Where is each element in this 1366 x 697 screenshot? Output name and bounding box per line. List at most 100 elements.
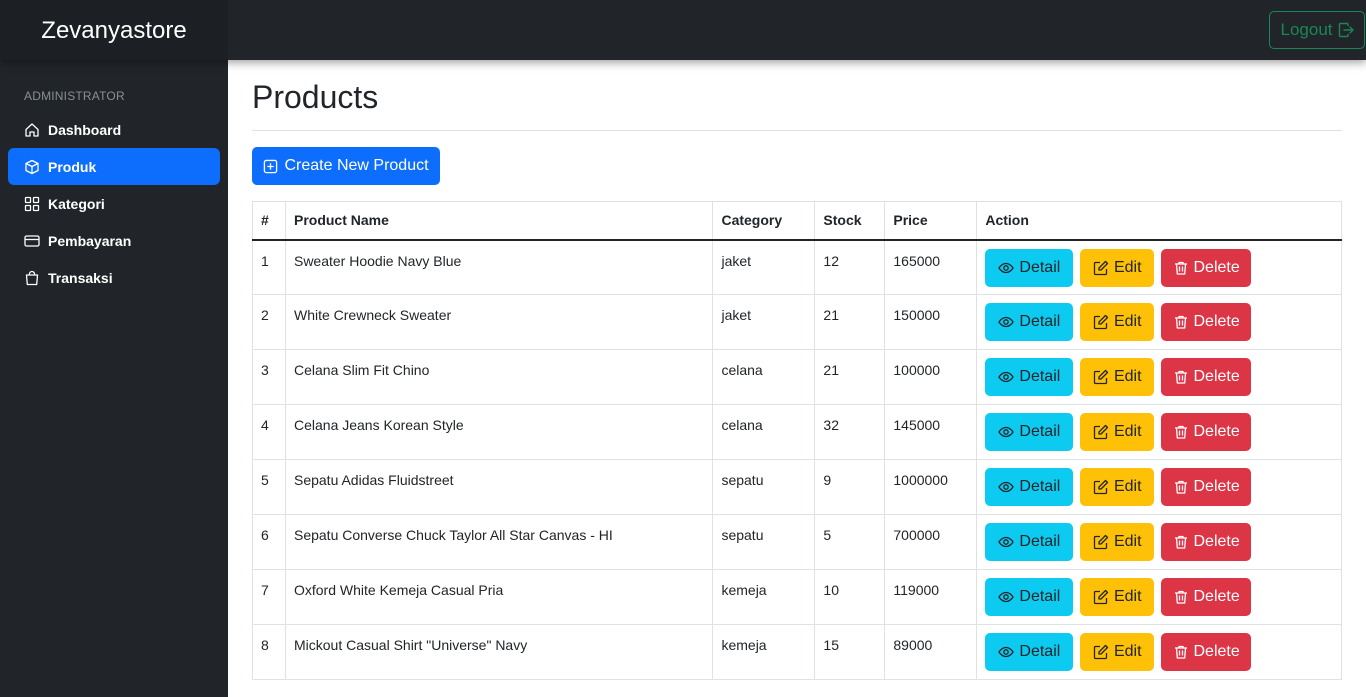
pencil-square-icon: [1093, 314, 1109, 330]
edit-label: Edit: [1113, 588, 1142, 605]
product-price: 700000: [884, 514, 978, 570]
product-stock: 32: [814, 404, 886, 460]
edit-button[interactable]: Edit: [1080, 633, 1155, 671]
logout-label: Logout: [1280, 20, 1333, 39]
edit-button[interactable]: Edit: [1080, 523, 1155, 561]
table-row: 1 Sweater Hoodie Navy Blue jaket 12 1650…: [252, 239, 1342, 295]
edit-label: Edit: [1113, 313, 1142, 330]
product-stock: 21: [814, 349, 886, 405]
detail-button[interactable]: Detail: [985, 358, 1074, 396]
eye-icon: [998, 316, 1015, 328]
create-product-button[interactable]: Create New Product: [252, 147, 440, 185]
table-row: 2 White Crewneck Sweater jaket 21 150000…: [252, 294, 1342, 350]
credit-card-icon: [24, 234, 40, 247]
grid-icon: [24, 196, 40, 211]
pencil-square-icon: [1093, 369, 1109, 385]
product-stock: 10: [814, 569, 886, 625]
sidebar: ADMINISTRATOR Dashboard Produk Kategori …: [0, 60, 228, 697]
trash-icon: [1174, 590, 1187, 604]
delete-button[interactable]: Delete: [1161, 523, 1252, 561]
sidebar-item-label: Dashboard: [48, 121, 122, 138]
sidebar-item-label: Produk: [48, 158, 97, 175]
eye-icon: [998, 646, 1015, 658]
delete-button[interactable]: Delete: [1161, 248, 1252, 287]
table-row: 5 Sepatu Adidas Fluidstreet sepatu 9 100…: [252, 459, 1342, 515]
detail-button[interactable]: Detail: [985, 413, 1074, 451]
detail-button[interactable]: Detail: [985, 578, 1074, 616]
edit-button[interactable]: Edit: [1080, 358, 1155, 396]
product-stock: 12: [814, 239, 886, 295]
box-icon: [25, 159, 39, 174]
products-table: # Product Name Category Stock Price Acti…: [252, 201, 1342, 680]
edit-label: Edit: [1113, 423, 1142, 440]
product-stock: 5: [814, 514, 886, 570]
delete-button[interactable]: Delete: [1161, 358, 1252, 396]
delete-button[interactable]: Delete: [1161, 303, 1252, 341]
edit-button[interactable]: Edit: [1080, 303, 1155, 341]
edit-button[interactable]: Edit: [1080, 468, 1155, 506]
row-actions: Detail Edit Delete: [976, 404, 1342, 460]
product-name: Oxford White Kemeja Casual Pria: [284, 569, 714, 625]
sidebar-heading: ADMINISTRATOR: [24, 89, 125, 103]
detail-button[interactable]: Detail: [985, 248, 1074, 287]
detail-button[interactable]: Detail: [985, 468, 1074, 506]
delete-label: Delete: [1193, 258, 1240, 276]
eye-icon: [998, 426, 1015, 438]
sidebar-item-dashboard[interactable]: Dashboard: [8, 111, 220, 148]
product-name: Celana Slim Fit Chino: [284, 349, 714, 405]
delete-button[interactable]: Delete: [1161, 468, 1252, 506]
column-header: #: [252, 201, 286, 241]
eye-icon: [998, 371, 1015, 383]
row-number: 3: [252, 349, 286, 405]
delete-button[interactable]: Delete: [1161, 578, 1252, 616]
product-name: Celana Jeans Korean Style: [284, 404, 714, 460]
product-price: 150000: [884, 294, 978, 350]
delete-label: Delete: [1193, 588, 1240, 605]
row-actions: Detail Edit Delete: [976, 294, 1342, 350]
pencil-square-icon: [1093, 589, 1109, 605]
edit-label: Edit: [1113, 533, 1142, 550]
row-actions: Detail Edit Delete: [976, 459, 1342, 515]
product-name: Sweater Hoodie Navy Blue: [284, 239, 714, 295]
edit-button[interactable]: Edit: [1080, 248, 1155, 287]
house-icon: [25, 122, 39, 137]
detail-button[interactable]: Detail: [985, 633, 1074, 671]
table-row: 4 Celana Jeans Korean Style celana 32 14…: [252, 404, 1342, 460]
edit-button[interactable]: Edit: [1080, 413, 1155, 451]
brand-logo[interactable]: Zevanyastore: [0, 0, 228, 60]
product-price: 165000: [884, 239, 978, 295]
product-stock: 9: [814, 459, 886, 515]
delete-button[interactable]: Delete: [1161, 413, 1252, 451]
row-actions: Detail Edit Delete: [976, 569, 1342, 625]
row-actions: Detail Edit Delete: [976, 514, 1342, 570]
logout-button[interactable]: Logout: [1269, 11, 1365, 49]
edit-button[interactable]: Edit: [1080, 578, 1155, 616]
detail-label: Detail: [1019, 313, 1061, 330]
product-name: Sepatu Adidas Fluidstreet: [284, 459, 714, 515]
product-name: White Crewneck Sweater: [284, 294, 714, 350]
row-actions: Detail Edit Delete: [976, 239, 1342, 295]
product-category: kemeja: [712, 569, 816, 625]
box-arrow-right-icon: [1338, 22, 1354, 38]
delete-label: Delete: [1193, 368, 1240, 385]
sidebar-item-kategori[interactable]: Kategori: [8, 185, 220, 222]
title-divider: [252, 130, 1342, 131]
sidebar-item-transaksi[interactable]: Transaksi: [8, 259, 220, 296]
detail-button[interactable]: Detail: [985, 303, 1074, 341]
row-actions: Detail Edit Delete: [976, 624, 1342, 680]
detail-button[interactable]: Detail: [985, 523, 1074, 561]
pencil-square-icon: [1093, 424, 1109, 440]
table-row: 3 Celana Slim Fit Chino celana 21 100000…: [252, 349, 1342, 405]
detail-label: Detail: [1019, 533, 1061, 550]
row-number: 6: [252, 514, 286, 570]
product-price: 119000: [884, 569, 978, 625]
column-header: Stock: [814, 201, 886, 241]
edit-label: Edit: [1113, 368, 1142, 385]
delete-button[interactable]: Delete: [1161, 633, 1252, 671]
table-row: 6 Sepatu Converse Chuck Taylor All Star …: [252, 514, 1342, 570]
sidebar-item-pembayaran[interactable]: Pembayaran: [8, 222, 220, 259]
sidebar-item-produk[interactable]: Produk: [8, 148, 220, 185]
detail-label: Detail: [1019, 588, 1061, 605]
product-category: jaket: [712, 239, 816, 295]
sidebar-item-label: Transaksi: [48, 269, 113, 286]
